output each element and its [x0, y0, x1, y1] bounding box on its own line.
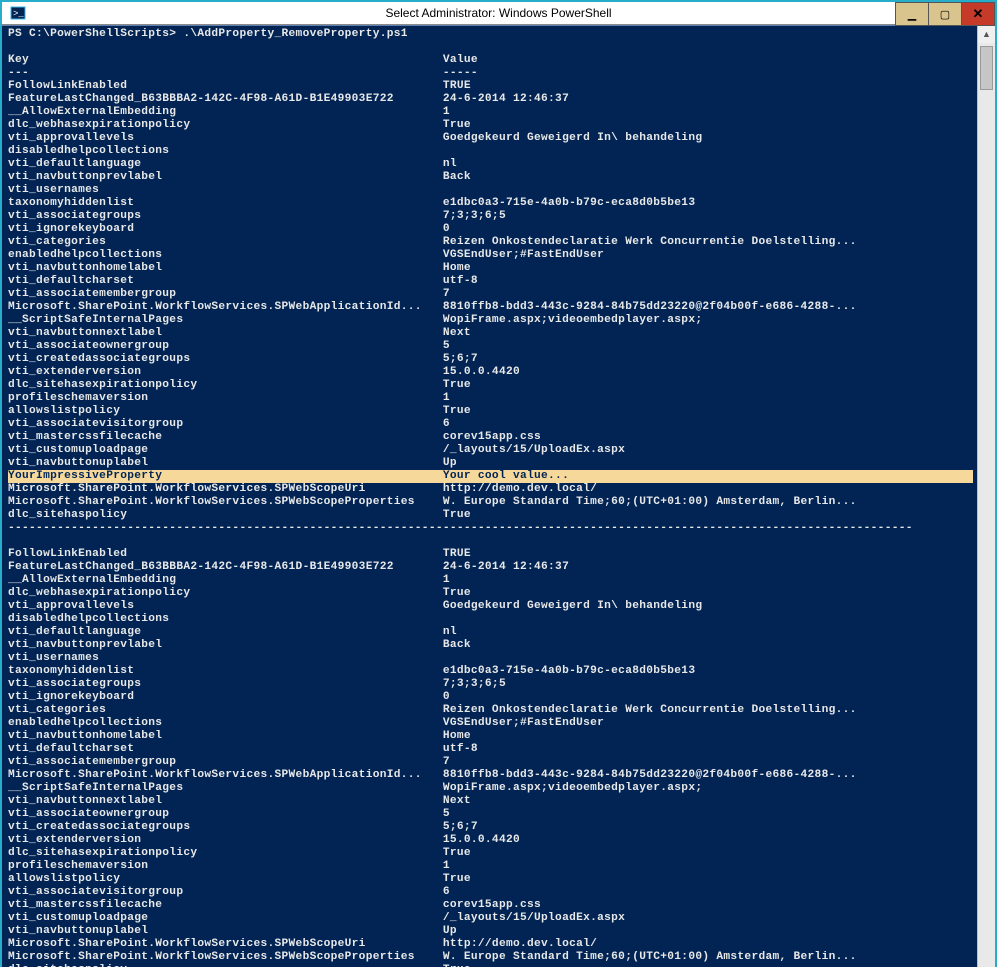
scroll-thumb[interactable] [980, 46, 993, 90]
scroll-up-button[interactable]: ▲ [978, 26, 995, 43]
vertical-scrollbar[interactable]: ▲ ▼ [977, 26, 995, 967]
window-controls: ▁ ▢ ✕ [896, 2, 995, 24]
app-icon: >_ [8, 3, 28, 23]
titlebar[interactable]: >_ Select Administrator: Windows PowerSh… [2, 2, 995, 25]
svg-text:>_: >_ [13, 9, 24, 19]
terminal-output[interactable]: PS C:\PowerShellScripts> .\AddProperty_R… [2, 26, 977, 967]
maximize-button[interactable]: ▢ [928, 2, 962, 26]
powershell-window: >_ Select Administrator: Windows PowerSh… [0, 0, 997, 967]
close-button[interactable]: ✕ [961, 2, 995, 26]
window-title: Select Administrator: Windows PowerShell [2, 6, 995, 20]
client-area: PS C:\PowerShellScripts> .\AddProperty_R… [2, 25, 995, 967]
minimize-button[interactable]: ▁ [895, 2, 929, 26]
